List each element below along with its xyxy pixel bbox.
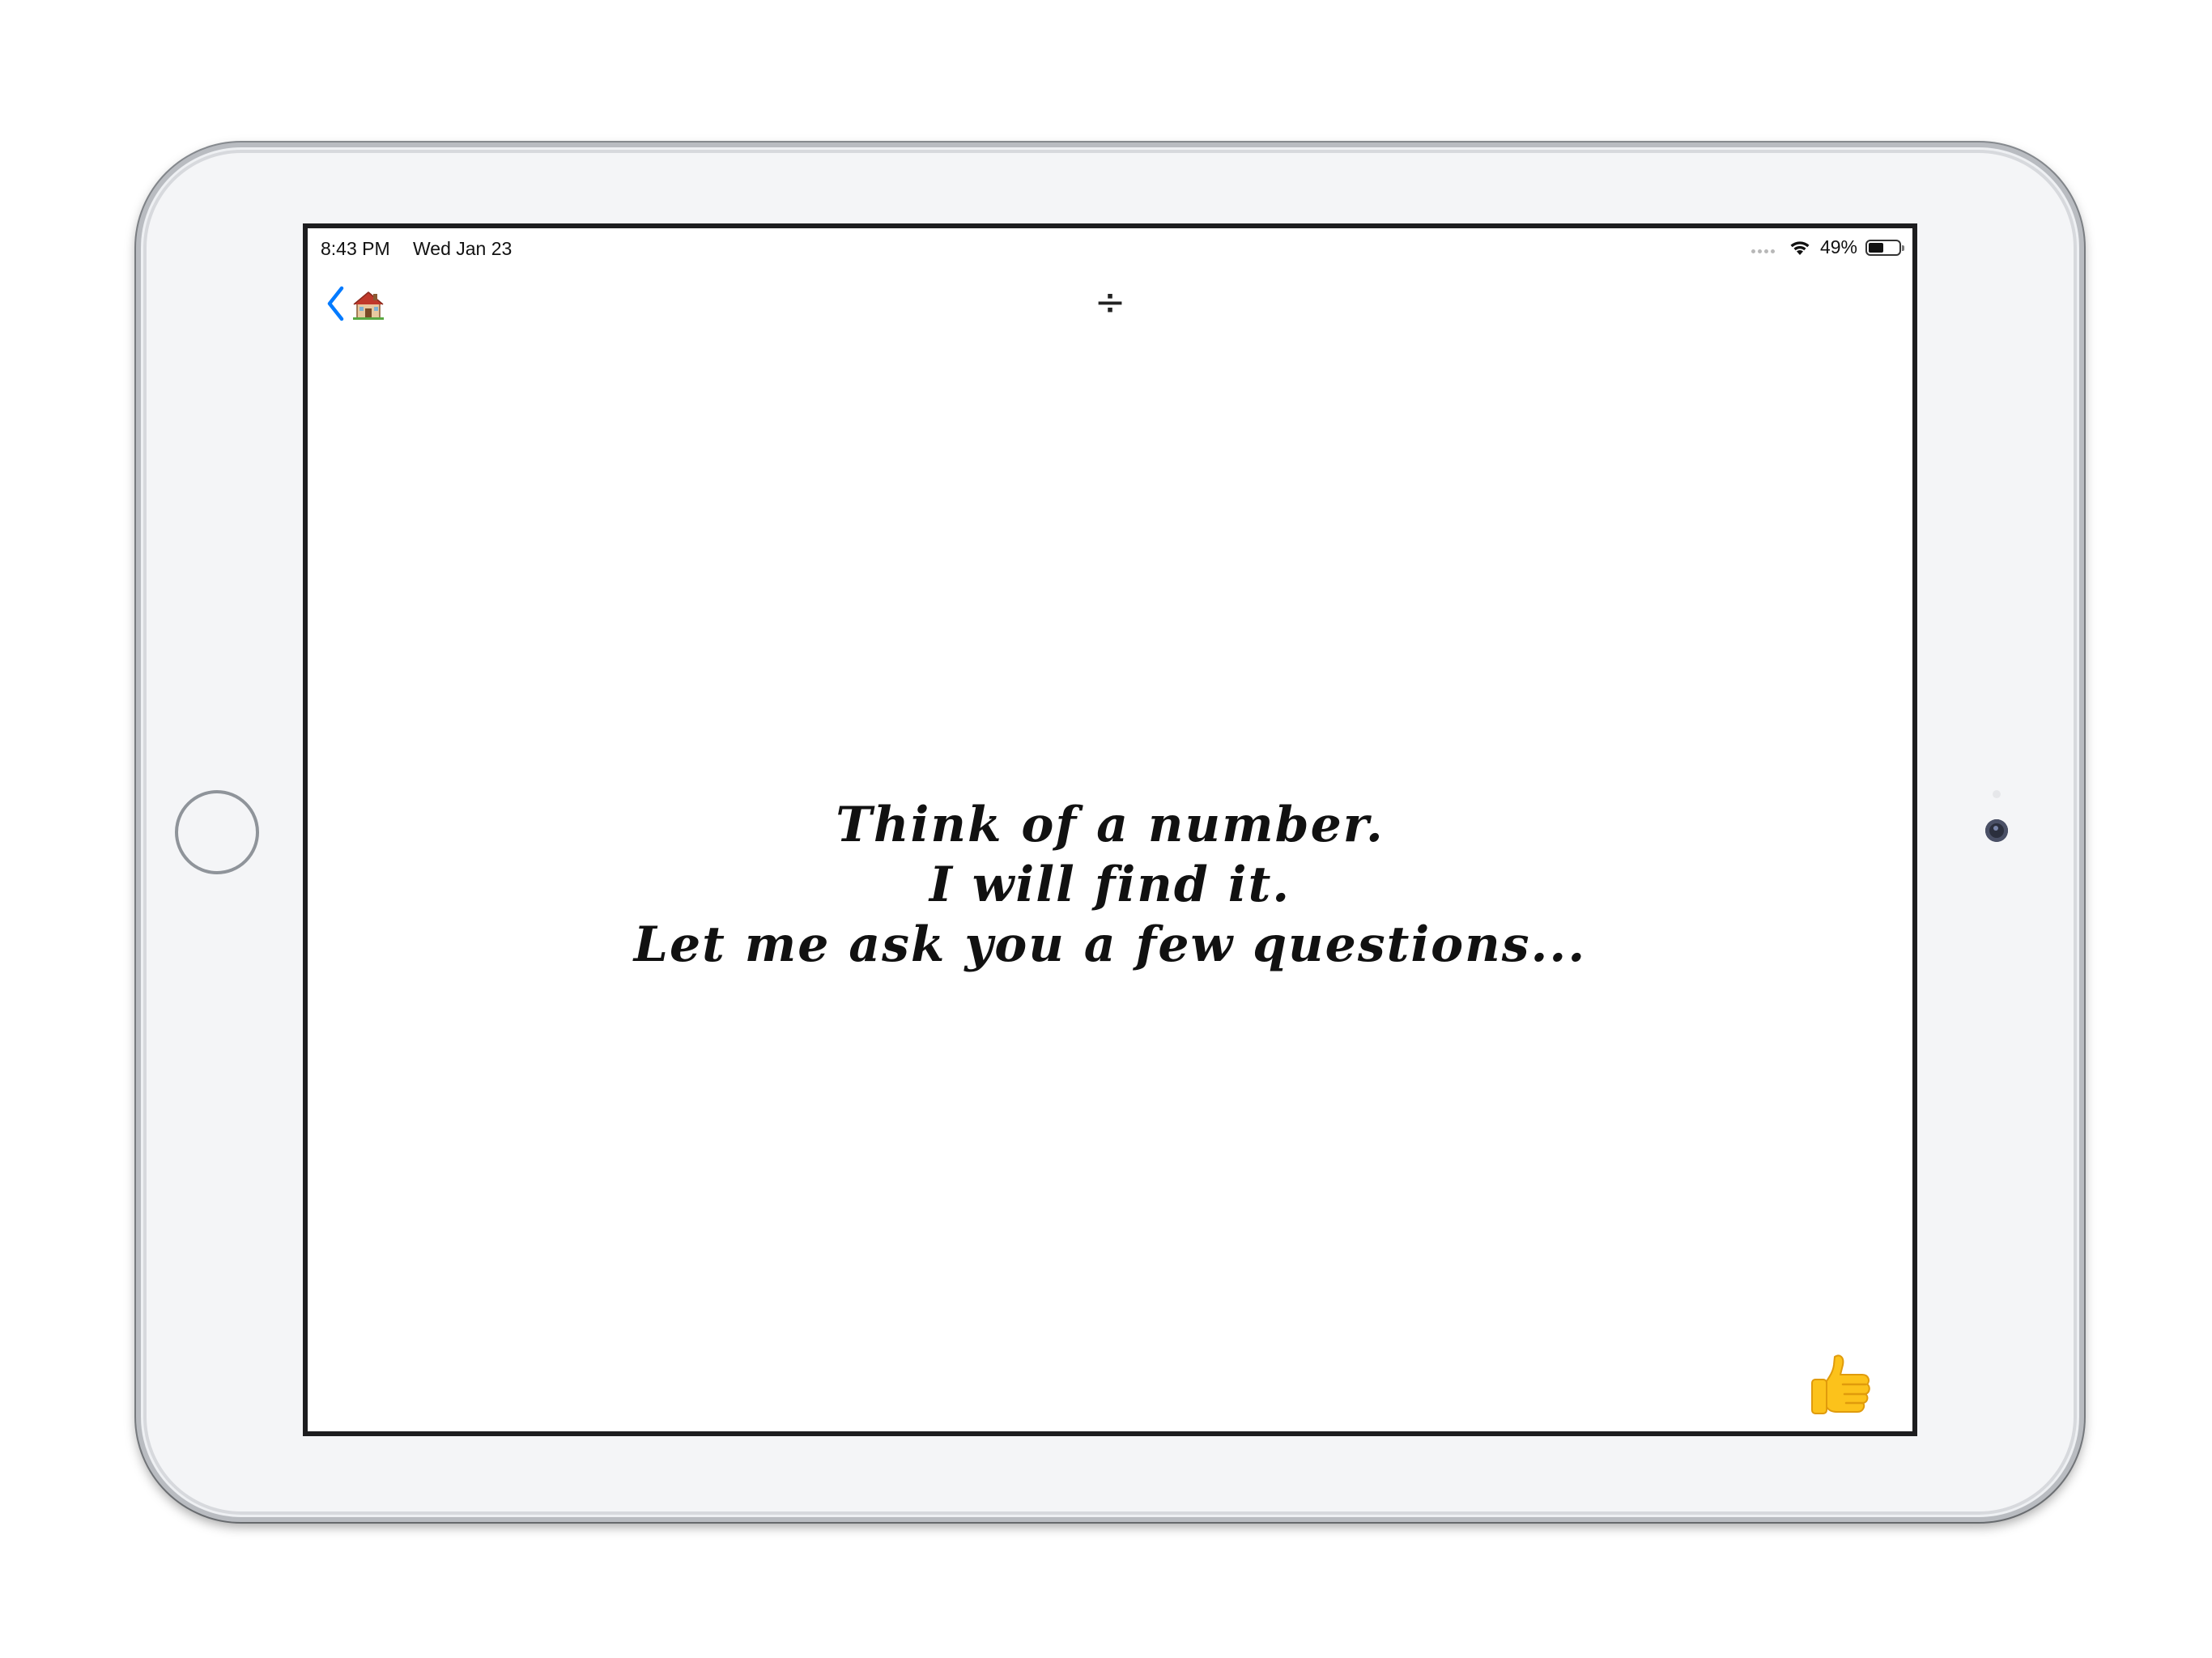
status-time: 8:43 PM <box>321 238 390 259</box>
thumbs-up-button[interactable] <box>1804 1349 1877 1422</box>
device-camera <box>1985 819 2008 842</box>
battery-percent: 49% <box>1819 236 1857 257</box>
wifi-icon <box>1788 239 1812 257</box>
nav-title: ÷ <box>1094 280 1126 324</box>
device-sensor <box>1993 790 2001 798</box>
thumbs-up-icon <box>1811 1354 1870 1414</box>
status-indicators: 49% <box>1750 236 1904 258</box>
app-screen: 8:43 PM Wed Jan 23 49% ÷ Think of a numb… <box>303 223 1917 1436</box>
message-line-2: I will find it. <box>929 857 1291 913</box>
device-home-button[interactable] <box>175 790 259 874</box>
status-bar: 8:43 PM Wed Jan 23 49% <box>308 228 1912 261</box>
message-line-1: Think of a number. <box>836 797 1385 853</box>
intro-message: Think of a number. I will find it. Let m… <box>308 795 1912 975</box>
message-line-3: Let me ask you a few questions... <box>633 916 1587 973</box>
navigation-bar: ÷ <box>308 277 1912 334</box>
cellular-signal-icon <box>1750 242 1775 253</box>
battery-icon <box>1865 239 1904 256</box>
status-date: Wed Jan 23 <box>413 238 513 259</box>
battery-fill <box>1869 242 1883 253</box>
